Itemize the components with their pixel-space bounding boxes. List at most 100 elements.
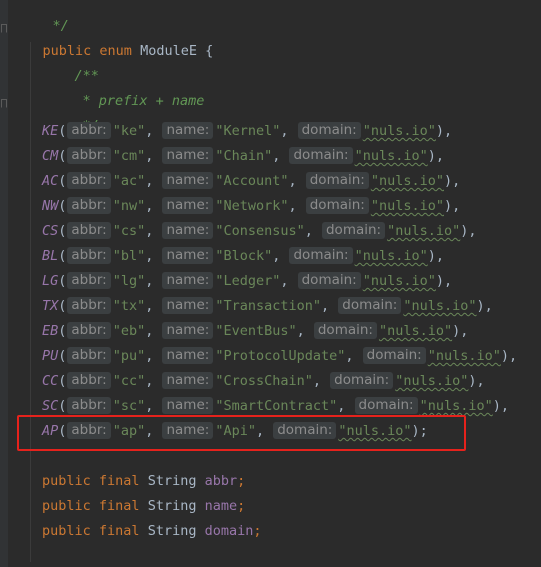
domain-value: "nuls.io": [378, 323, 453, 339]
abbr-value: "eb": [112, 323, 146, 339]
parameter-hint-domain: domain:: [321, 222, 386, 239]
parameter-hint-domain: domain:: [289, 147, 353, 164]
highlight-box: [17, 415, 466, 451]
enum-constant-name: TX: [42, 298, 59, 314]
editor-gutter: [0, 0, 8, 567]
abbr-value: "cs": [112, 223, 146, 239]
domain-value: "nuls.io": [370, 198, 444, 214]
parameter-hint-name: name:: [162, 122, 214, 139]
statement-end: ),: [492, 398, 510, 414]
statement-end: ),: [452, 323, 469, 339]
name-value: "Consensus": [215, 223, 305, 239]
statement-end: ;: [253, 523, 262, 539]
statement-end: ),: [427, 148, 445, 164]
field-type: String: [147, 498, 197, 514]
doc-comment-line: */: [50, 96, 99, 134]
parameter-hint-name: name:: [162, 397, 214, 414]
field-name: abbr: [204, 473, 238, 489]
statement-end: ;: [237, 498, 246, 514]
name-value: "Transaction": [215, 298, 321, 314]
domain-value: "nuls.io": [395, 373, 469, 389]
field-modifiers: public final: [42, 523, 140, 539]
statement-end: ),: [435, 123, 453, 139]
enum-constant-name: LG: [42, 273, 59, 289]
open-brace: {: [205, 43, 214, 59]
name-value: "Block": [215, 248, 273, 264]
domain-value: "nuls.io": [403, 298, 477, 314]
field-type: String: [147, 523, 197, 539]
name-value: "EventBus": [215, 323, 297, 339]
statement-end: ;: [237, 473, 246, 489]
enum-constant-line: AC(abbr: "ac", name: "Account", domain: "nu…: [42, 172, 461, 189]
parameter-hint-domain: domain:: [330, 372, 394, 389]
parameter-hint-name: name:: [162, 322, 214, 339]
enum-constant-line: CC(abbr: "cc", name: "CrossChain", domain:…: [42, 372, 485, 389]
domain-value: "nuls.io": [362, 273, 436, 289]
abbr-value: "cc": [112, 373, 146, 389]
domain-value: "nuls.io": [387, 223, 461, 239]
enum-constant-line: TX(abbr: "tx", name: "Transaction", domain…: [42, 297, 493, 314]
statement-end: ),: [427, 248, 445, 264]
abbr-value: "pu": [112, 348, 146, 364]
abbr-value: "cm": [112, 148, 146, 164]
parameter-hint-name: name:: [162, 172, 214, 189]
parameter-hint-domain: domain:: [297, 272, 361, 289]
domain-value: "nuls.io": [427, 348, 501, 364]
parameter-hint-name: name:: [162, 372, 214, 389]
abbr-value: "tx": [112, 298, 146, 314]
indent-guide: [30, 42, 31, 562]
field-declaration-line: public final String name;: [42, 496, 245, 516]
field-declaration-line: public final String abbr;: [42, 471, 245, 491]
enum-constant-name: SC: [42, 398, 59, 414]
parameter-hint-name: name:: [162, 297, 214, 314]
code-line: */: [20, 0, 69, 34]
statement-end: ),: [444, 173, 461, 189]
enum-constant-name: EB: [42, 323, 59, 339]
name-value: "Kernel": [215, 123, 281, 139]
parameter-hint-abbr: abbr:: [67, 297, 111, 314]
parameter-hint-domain: domain:: [297, 122, 361, 139]
statement-end: ),: [435, 273, 453, 289]
parameter-hint-name: name:: [162, 147, 214, 164]
enum-constant-name: KE: [42, 123, 59, 139]
name-value: "Account": [215, 173, 289, 189]
enum-constant-name: NW: [42, 198, 59, 214]
parameter-hint-abbr: abbr:: [67, 272, 111, 289]
enum-constant-line: CS(abbr: "cs", name: "Consensus", domain: "…: [42, 222, 477, 239]
parameter-hint-name: name:: [162, 247, 214, 264]
domain-value: "nuls.io": [370, 173, 444, 189]
statement-end: ),: [444, 198, 461, 214]
domain-value: "nuls.io": [354, 248, 428, 264]
enum-constant-line: EB(abbr: "eb", name: "EventBus", domain: "n…: [42, 322, 469, 339]
field-modifiers: public final: [42, 498, 140, 514]
parameter-hint-abbr: abbr:: [67, 122, 111, 139]
field-name: name: [204, 498, 238, 514]
name-value: "Network": [215, 198, 289, 214]
parameter-hint-domain: domain:: [289, 247, 353, 264]
abbr-value: "sc": [112, 398, 146, 414]
parameter-hint-name: name:: [162, 197, 214, 214]
enum-constant-name: BL: [42, 248, 59, 264]
code-editor[interactable]: */ public enum ModuleE { /** * prefix + …: [0, 0, 541, 567]
enum-constant-line: CM(abbr: "cm", name: "Chain", domain: "nuls…: [42, 147, 445, 164]
parameter-hint-abbr: abbr:: [67, 172, 111, 189]
doc-comment-line: * prefix + name: [50, 71, 205, 109]
statement-end: ),: [460, 223, 477, 239]
field-type: String: [147, 473, 197, 489]
statement-end: ),: [468, 373, 485, 389]
parameter-hint-abbr: abbr:: [67, 247, 111, 264]
abbr-value: "bl": [112, 248, 146, 264]
domain-value: "nuls.io": [354, 148, 428, 164]
parameter-hint-name: name:: [162, 347, 214, 364]
domain-value: "nuls.io": [362, 123, 436, 139]
parameter-hint-domain: domain:: [305, 197, 369, 214]
fold-marker-icon[interactable]: [1, 24, 7, 33]
field-modifiers: public final: [42, 473, 140, 489]
parameter-hint-domain: domain:: [354, 397, 418, 414]
parameter-hint-abbr: abbr:: [67, 372, 111, 389]
statement-end: ),: [500, 348, 518, 364]
parameter-hint-domain: domain:: [313, 322, 377, 339]
fold-marker-icon[interactable]: [1, 99, 7, 108]
parameter-hint-abbr: abbr:: [67, 197, 111, 214]
enum-constant-name: PU: [42, 348, 59, 364]
